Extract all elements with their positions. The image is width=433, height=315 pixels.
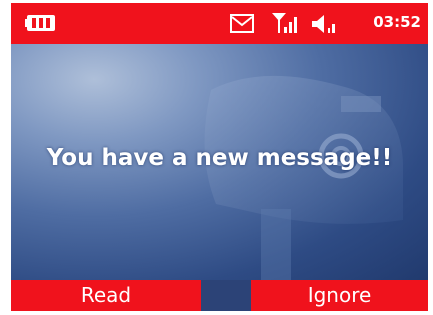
speaker-volume-icon: [312, 15, 335, 33]
wallpaper: You have a new message!!: [11, 44, 428, 280]
new-message-notification: You have a new message!!: [46, 145, 393, 171]
phone-screen: 03:52 You have a new message!! Read Igno…: [11, 3, 428, 311]
battery-icon: [25, 15, 55, 31]
ignore-button[interactable]: Ignore: [251, 280, 428, 311]
signal-strength-icon: [272, 13, 297, 33]
envelope-icon: [230, 14, 254, 33]
read-button[interactable]: Read: [11, 280, 201, 311]
status-bar: 03:52: [11, 3, 428, 44]
softkey-bar: Read Ignore: [11, 280, 428, 311]
status-clock: 03:52: [373, 13, 421, 31]
